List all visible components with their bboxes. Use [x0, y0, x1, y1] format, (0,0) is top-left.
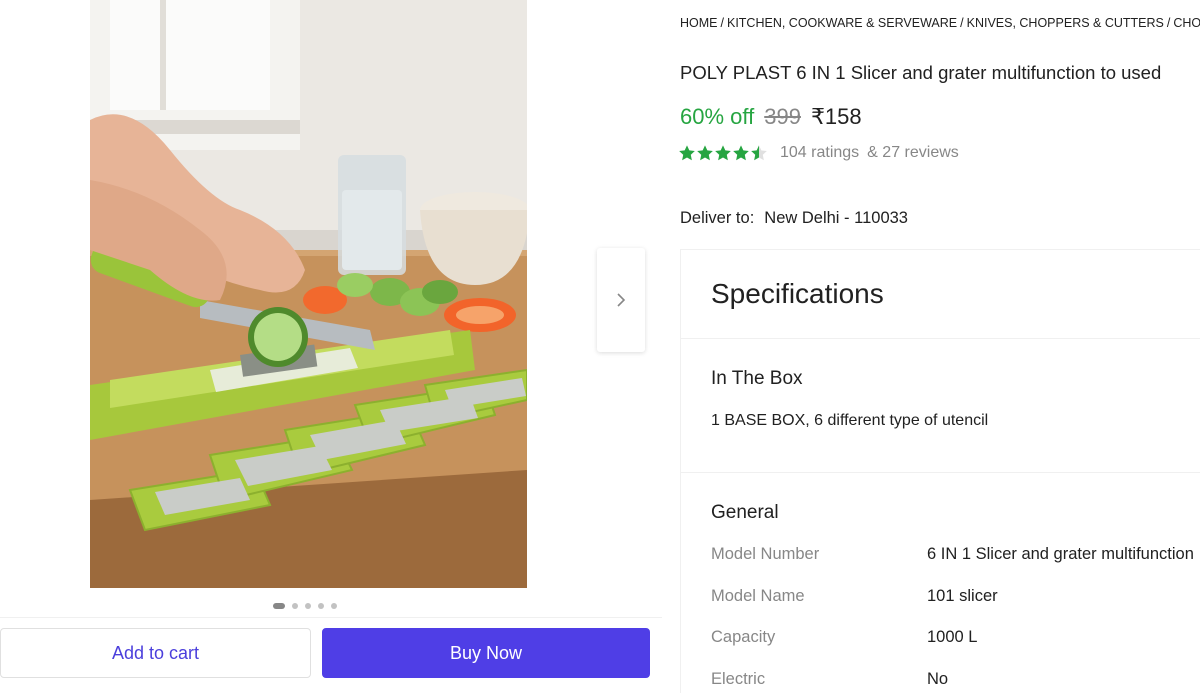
spec-key: Model Number — [711, 545, 820, 563]
spec-key: Model Name — [711, 587, 805, 605]
divider — [681, 338, 1200, 339]
breadcrumb-item[interactable]: HOME — [680, 16, 718, 30]
spec-value: No — [927, 670, 949, 688]
delivery-info[interactable]: Deliver to: New Delhi - 110033 — [680, 209, 908, 228]
discount-label: 60% off — [680, 104, 755, 129]
spec-value: 6 IN 1 Slicer and grater multifunction — [927, 545, 1194, 563]
star-half-icon — [751, 145, 767, 161]
rating-stars — [678, 144, 768, 162]
breadcrumb: HOME / KITCHEN, COOKWARE & SERVEWARE / KNIVE… — [680, 16, 1200, 30]
star-icon — [697, 145, 713, 161]
price-row: 60% off 399 ₹158 — [680, 104, 862, 130]
gallery-dot[interactable] — [331, 603, 337, 609]
gallery-dot[interactable] — [318, 603, 324, 609]
action-bar: Add to cart Buy Now — [0, 617, 662, 693]
specifications-panel: Specifications In The Box 1 BASE BOX, 6 … — [680, 249, 1200, 693]
breadcrumb-item[interactable]: CHOPPE — [1173, 16, 1200, 30]
ratings-count: 104 ratings — [780, 144, 860, 161]
star-icon — [679, 145, 695, 161]
chevron-right-icon — [617, 293, 626, 307]
spec-row: Model Name 101 slicer — [711, 587, 1200, 609]
gallery-dots — [273, 603, 337, 609]
general-title: General — [711, 502, 779, 523]
star-icon — [733, 145, 749, 161]
star-icon — [715, 145, 731, 161]
selling-price: ₹158 — [810, 104, 862, 129]
gallery-dot[interactable] — [292, 603, 298, 609]
breadcrumb-item[interactable]: KNIVES, CHOPPERS & CUTTERS — [967, 16, 1164, 30]
spec-value: 101 slicer — [927, 587, 998, 605]
spec-value: 1000 L — [927, 628, 978, 646]
specifications-heading: Specifications — [711, 278, 884, 309]
spec-key: Capacity — [711, 628, 776, 646]
divider — [681, 472, 1200, 473]
reviews-count: & 27 reviews — [867, 144, 959, 161]
deliver-location: New Delhi - 110033 — [764, 209, 908, 227]
spec-row: Electric No — [711, 670, 1200, 692]
product-image[interactable] — [90, 0, 527, 588]
spec-row: Model Number 6 IN 1 Slicer and grater mu… — [711, 545, 1200, 567]
add-to-cart-button[interactable]: Add to cart — [0, 628, 311, 678]
product-title: POLY PLAST 6 IN 1 Slicer and grater mult… — [680, 62, 1162, 83]
next-image-button[interactable] — [597, 248, 645, 352]
mrp-price: 399 — [764, 104, 801, 129]
in-the-box-text: 1 BASE BOX, 6 different type of utencil — [711, 412, 989, 429]
rating-row[interactable]: 104 ratings & 27 reviews — [678, 144, 959, 162]
buy-now-button[interactable]: Buy Now — [322, 628, 650, 678]
spec-key: Electric — [711, 670, 766, 688]
breadcrumb-item[interactable]: KITCHEN, COOKWARE & SERVEWARE — [727, 16, 957, 30]
deliver-label: Deliver to: — [680, 209, 755, 227]
in-the-box-title: In The Box — [711, 368, 803, 389]
spec-row: Capacity 1000 L — [711, 628, 1200, 650]
gallery-dot[interactable] — [273, 603, 285, 609]
gallery-dot[interactable] — [305, 603, 311, 609]
